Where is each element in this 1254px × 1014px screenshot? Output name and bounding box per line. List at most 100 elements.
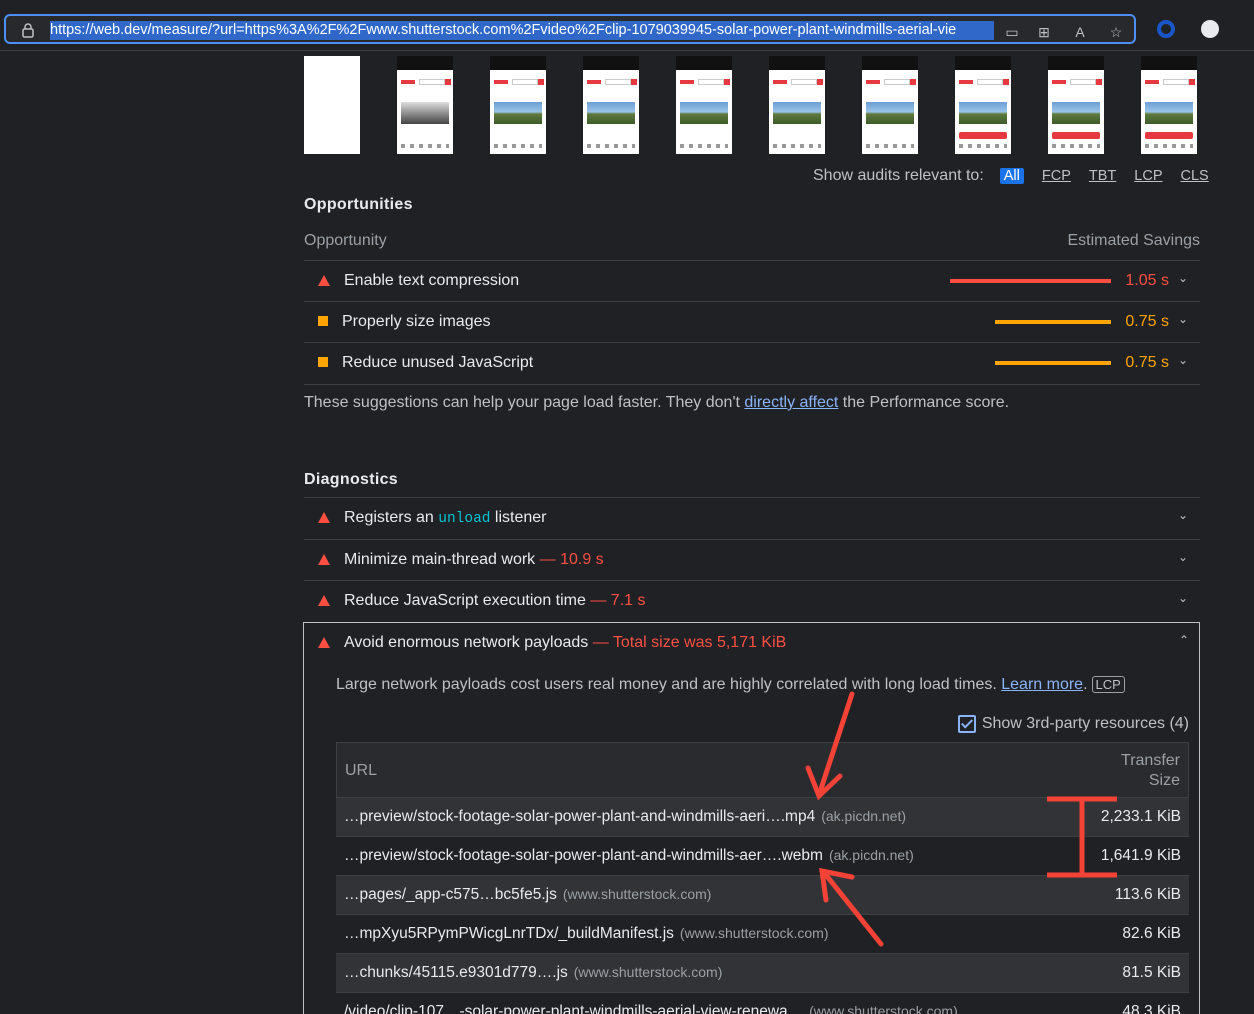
url-text: …pages/_app-c575…bc5fe5.js bbox=[344, 886, 557, 903]
url-text[interactable]: https://web.dev/measure/?url=https%3A%2F… bbox=[50, 21, 994, 40]
transfer-size: 1,641.9 KiB bbox=[1100, 847, 1181, 864]
reader-view-icon[interactable]: ▭ bbox=[1004, 24, 1020, 40]
savings-column-label: Estimated Savings bbox=[1067, 232, 1200, 249]
transfer-size: 113.6 KiB bbox=[1114, 886, 1181, 903]
filmstrip-frame bbox=[1141, 56, 1197, 154]
url-text: /video/clip-107…-solar-power-plant-windm… bbox=[344, 1003, 804, 1014]
savings-value: 0.75 s bbox=[1125, 313, 1169, 330]
third-party-label: Show 3rd-party resources (4) bbox=[981, 715, 1189, 732]
table-header: URL Transfer Size bbox=[336, 742, 1189, 798]
average-square-icon bbox=[318, 316, 328, 326]
chevron-down-icon[interactable]: ⌄ bbox=[1178, 591, 1188, 605]
filmstrip-frame bbox=[1048, 56, 1104, 154]
learn-more-link[interactable]: Learn more bbox=[1001, 676, 1083, 693]
diagnostic-row[interactable]: Reduce JavaScript execution time — 7.1 s… bbox=[304, 580, 1200, 622]
address-bar[interactable]: https://web.dev/measure/?url=https%3A%2F… bbox=[4, 14, 1136, 44]
opportunities-header: Opportunity Estimated Savings bbox=[304, 232, 1200, 260]
diagnostic-label: Reduce JavaScript execution time — 7.1 s bbox=[344, 592, 646, 610]
savings-value: 1.05 s bbox=[1125, 272, 1169, 289]
table-row: …mpXyu5RPymPWicgLnrTDx/_buildManifest.js… bbox=[336, 915, 1189, 954]
resource-url[interactable]: …preview/stock-footage-solar-power-plant… bbox=[344, 808, 906, 826]
diagnostic-label: Minimize main-thread work — 10.9 s bbox=[344, 551, 604, 569]
description-text: . bbox=[1083, 676, 1088, 693]
filter-chip-cls[interactable]: CLS bbox=[1181, 168, 1209, 184]
domain-text: (www.shutterstock.com) bbox=[573, 964, 723, 980]
apps-icon[interactable]: ⊞ bbox=[1036, 24, 1052, 40]
chevron-down-icon[interactable]: ⌄ bbox=[1178, 550, 1188, 564]
chevron-down-icon[interactable]: ⌄ bbox=[1178, 312, 1188, 326]
directly-affect-link[interactable]: directly affect bbox=[744, 394, 838, 411]
label-text: Registers an bbox=[344, 509, 439, 526]
filter-label: Show audits relevant to: bbox=[813, 167, 984, 184]
transfer-size: 48.3 KiB bbox=[1122, 1003, 1181, 1014]
filmstrip-frame bbox=[769, 56, 825, 154]
opportunity-label: Reduce unused JavaScript bbox=[342, 354, 534, 371]
filmstrip-frame bbox=[304, 56, 360, 154]
chevron-down-icon[interactable]: ⌄ bbox=[1178, 271, 1188, 285]
note-text: the Performance score. bbox=[838, 394, 1010, 411]
table-row: /video/clip-107…-solar-power-plant-windm… bbox=[336, 993, 1189, 1014]
opportunity-row[interactable]: Properly size images 0.75 s ⌄ bbox=[304, 301, 1200, 343]
savings-bar bbox=[950, 279, 1111, 283]
opportunity-row[interactable]: Reduce unused JavaScript 0.75 s ⌄ bbox=[304, 342, 1200, 385]
diagnostic-row[interactable]: Minimize main-thread work — 10.9 s ⌄ bbox=[304, 539, 1200, 581]
opportunity-column-label: Opportunity bbox=[304, 232, 387, 249]
resource-url[interactable]: /video/clip-107…-solar-power-plant-windm… bbox=[344, 1003, 958, 1014]
fail-triangle-icon bbox=[318, 595, 330, 606]
label-text: Minimize main-thread work bbox=[344, 551, 536, 568]
url-text: …preview/stock-footage-solar-power-plant… bbox=[344, 847, 823, 864]
description-text: Large network payloads cost users real m… bbox=[336, 676, 1002, 693]
resource-url[interactable]: …chunks/45115.e9301d779….js (www.shutters… bbox=[344, 964, 722, 982]
fail-triangle-icon bbox=[318, 275, 330, 286]
filmstrip-frame bbox=[490, 56, 546, 154]
header-text: Size bbox=[1148, 772, 1180, 789]
filmstrip-frame bbox=[397, 56, 453, 154]
transfer-size: 2,233.1 KiB bbox=[1100, 808, 1181, 825]
filter-chip-tbt[interactable]: TBT bbox=[1089, 168, 1116, 184]
label-text: listener bbox=[490, 509, 547, 526]
header-text: Transfer bbox=[1121, 752, 1180, 769]
audit-header[interactable]: Avoid enormous network payloads — Total … bbox=[304, 623, 1199, 664]
fail-triangle-icon bbox=[318, 637, 330, 648]
extension-circle-icon[interactable] bbox=[1157, 20, 1175, 38]
table-row: …preview/stock-footage-solar-power-plant… bbox=[336, 837, 1189, 876]
lock-icon bbox=[22, 23, 34, 38]
filter-chip-fcp[interactable]: FCP bbox=[1042, 168, 1071, 184]
filter-chip-all[interactable]: All bbox=[999, 168, 1024, 184]
report-page: Show audits relevant to: All FCP TBT LCP… bbox=[0, 51, 1254, 1014]
savings-bar bbox=[995, 320, 1111, 324]
url-text: …mpXyu5RPymPWicgLnrTDx/_buildManifest.js bbox=[344, 925, 674, 942]
filmstrip-frame bbox=[862, 56, 918, 154]
third-party-toggle[interactable]: Show 3rd-party resources (4) bbox=[957, 715, 1189, 733]
domain-text: (www.shutterstock.com) bbox=[679, 925, 829, 941]
filmstrip-frame bbox=[676, 56, 732, 154]
payload-table: URL Transfer Size …preview/stock-footage-… bbox=[336, 742, 1189, 1014]
filter-chip-lcp[interactable]: LCP bbox=[1134, 168, 1162, 184]
diagnostics-title: Diagnostics bbox=[304, 471, 398, 488]
transfer-size: 81.5 KiB bbox=[1122, 964, 1181, 981]
filmstrip-frame bbox=[955, 56, 1011, 154]
opportunity-row[interactable]: Enable text compression 1.05 s ⌄ bbox=[304, 260, 1200, 302]
url-column-header: URL bbox=[345, 762, 378, 779]
diagnostic-row[interactable]: Registers an unload listener ⌄ bbox=[304, 497, 1200, 539]
resource-url[interactable]: …preview/stock-footage-solar-power-plant… bbox=[344, 847, 914, 865]
label-text: Avoid enormous network payloads bbox=[344, 634, 589, 651]
checkbox-checked-icon[interactable] bbox=[957, 715, 976, 733]
opportunities-title: Opportunities bbox=[304, 196, 413, 213]
resource-url[interactable]: …mpXyu5RPymPWicgLnrTDx/_buildManifest.js… bbox=[344, 925, 829, 943]
url-text: …preview/stock-footage-solar-power-plant… bbox=[344, 808, 816, 825]
read-aloud-icon[interactable]: A bbox=[1072, 24, 1088, 40]
chevron-up-icon[interactable]: ⌃ bbox=[1179, 633, 1189, 647]
table-row: …preview/stock-footage-solar-power-plant… bbox=[336, 798, 1189, 837]
extension-globe-icon[interactable] bbox=[1201, 20, 1219, 38]
chevron-down-icon[interactable]: ⌄ bbox=[1178, 353, 1188, 367]
resource-url[interactable]: …pages/_app-c575…bc5fe5.js (www.shutterst… bbox=[344, 886, 711, 904]
favorite-star-icon[interactable]: ☆ bbox=[1108, 24, 1124, 40]
filmstrip-frame bbox=[583, 56, 639, 154]
network-payloads-audit: Avoid enormous network payloads — Total … bbox=[303, 622, 1200, 1014]
fail-triangle-icon bbox=[318, 554, 330, 565]
opportunity-label: Enable text compression bbox=[344, 272, 520, 289]
table-row: …chunks/45115.e9301d779….js (www.shutters… bbox=[336, 954, 1189, 993]
audit-description: Large network payloads cost users real m… bbox=[336, 676, 1125, 694]
chevron-down-icon[interactable]: ⌄ bbox=[1178, 508, 1188, 522]
